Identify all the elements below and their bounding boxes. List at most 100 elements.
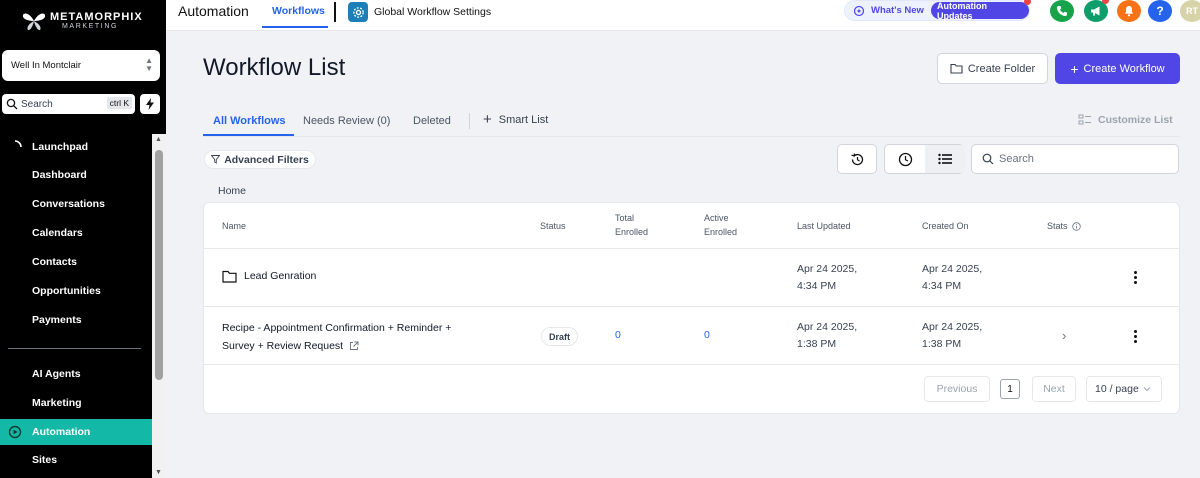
phone-button[interactable] xyxy=(1050,0,1074,22)
column-stats-label: Stats xyxy=(1047,221,1068,231)
brand-logo[interactable]: METAMORPHIX MARKETING xyxy=(22,10,143,32)
last-updated: Apr 24 2025, 4:34 PM xyxy=(797,261,857,295)
sidebar-item-label: Sites xyxy=(32,454,58,466)
automation-updates-pill[interactable]: Automation Updates xyxy=(931,1,1029,21)
tab-all-workflows[interactable]: All Workflows xyxy=(213,115,286,127)
sidebar-item-label: Dashboard xyxy=(32,169,87,181)
create-folder-label: Create Folder xyxy=(967,62,1036,75)
sidebar-item-label: Automation xyxy=(32,426,91,438)
sidebar-item-label: Launchpad xyxy=(32,141,89,153)
workflow-name-line2: Survey + Review Request xyxy=(222,340,344,352)
last-updated-time: 4:34 PM xyxy=(797,280,837,292)
breadcrumb-home[interactable]: Home xyxy=(218,185,246,197)
scroll-down-icon[interactable]: ▼ xyxy=(155,469,162,476)
sidebar-item-calendars[interactable]: Calendars xyxy=(0,220,152,246)
scroll-thumb[interactable] xyxy=(155,150,163,380)
workflow-name[interactable]: Recipe - Appointment Confirmation + Remi… xyxy=(222,319,451,355)
table-row[interactable]: Lead Genration Apr 24 2025, 4:34 PM Apr … xyxy=(204,249,1179,307)
page-size-value: 10 / page xyxy=(1095,383,1139,395)
list-view-button[interactable] xyxy=(925,145,965,173)
column-total-enrolled-line1: Total xyxy=(615,213,635,223)
sidebar-scrollbar[interactable]: ▲ ▼ xyxy=(152,134,166,478)
create-workflow-label: Create Workflow xyxy=(1083,62,1165,75)
row-actions-kebab-icon[interactable] xyxy=(1130,267,1140,287)
external-link-icon[interactable] xyxy=(349,341,359,351)
info-icon[interactable] xyxy=(1071,221,1081,231)
location-switcher[interactable]: Well In Montclair ▲ ▼ xyxy=(2,50,160,81)
tab-needs-review[interactable]: Needs Review (0) xyxy=(303,115,390,127)
sidebar-search[interactable]: Search ctrl K xyxy=(2,94,135,114)
avatar-initials: RT xyxy=(1186,6,1198,16)
column-created-on[interactable]: Created On xyxy=(922,219,969,233)
create-folder-button[interactable]: Create Folder xyxy=(937,53,1048,84)
sidebar-nav: Launchpad Dashboard Conversations Calend… xyxy=(0,134,152,478)
folder-icon xyxy=(950,63,963,74)
section-title: Automation xyxy=(178,3,249,19)
sidebar-item-launchpad[interactable]: Launchpad xyxy=(0,134,152,160)
previous-page-button[interactable]: Previous xyxy=(924,376,990,402)
column-total-enrolled[interactable]: Total Enrolled xyxy=(615,211,648,239)
tab-workflows[interactable]: Workflows xyxy=(272,5,325,17)
sidebar-item-ai-agents[interactable]: AI Agents xyxy=(0,361,152,387)
sidebar-item-label: AI Agents xyxy=(32,368,81,380)
column-stats[interactable]: Stats xyxy=(1047,219,1081,233)
whats-new-label: What's New xyxy=(871,5,924,16)
folder-name[interactable]: Lead Genration xyxy=(244,268,316,285)
notification-dot xyxy=(1102,0,1109,4)
customize-list-button[interactable]: Customize List xyxy=(1078,114,1173,126)
bell-icon xyxy=(1124,6,1134,17)
last-updated-time: 1:38 PM xyxy=(797,338,837,350)
workflow-search[interactable] xyxy=(971,144,1179,174)
smart-list-button[interactable]: + Smart List xyxy=(483,111,548,128)
settings-gear-icon[interactable] xyxy=(348,2,368,22)
tab-deleted[interactable]: Deleted xyxy=(413,115,451,127)
global-workflow-settings-link[interactable]: Global Workflow Settings xyxy=(374,6,491,18)
quick-action-button[interactable] xyxy=(140,94,160,114)
row-actions-kebab-icon[interactable] xyxy=(1130,326,1140,346)
page-size-select[interactable]: 10 / page xyxy=(1086,376,1162,402)
whats-new-banner[interactable]: What's New Automation Updates xyxy=(844,0,1031,21)
total-enrolled-value[interactable]: 0 xyxy=(615,327,621,344)
sidebar-item-opportunities[interactable]: Opportunities xyxy=(0,278,152,304)
sidebar-item-marketing[interactable]: Marketing xyxy=(0,390,152,416)
user-avatar[interactable]: RT xyxy=(1180,0,1200,22)
column-name[interactable]: Name xyxy=(222,219,246,233)
sidebar-item-automation[interactable]: Automation xyxy=(0,419,152,445)
scroll-up-icon[interactable]: ▲ xyxy=(155,136,162,143)
status-badge: Draft xyxy=(541,327,579,346)
clock-view-button[interactable] xyxy=(885,145,925,173)
plus-icon: + xyxy=(483,111,492,128)
filter-icon xyxy=(211,155,221,164)
sidebar-item-payments[interactable]: Payments xyxy=(0,307,152,333)
history-button[interactable] xyxy=(837,144,877,174)
butterfly-logo-icon xyxy=(22,13,46,31)
sidebar-item-conversations[interactable]: Conversations xyxy=(0,191,152,217)
next-page-button[interactable]: Next xyxy=(1032,376,1076,402)
history-icon xyxy=(850,152,863,165)
stats-chevron-right-icon[interactable]: › xyxy=(1062,328,1066,343)
launchpad-icon xyxy=(14,140,22,148)
created-on-date: Apr 24 2025, xyxy=(922,321,983,333)
sidebar-item-dashboard[interactable]: Dashboard xyxy=(0,162,152,188)
chevron-updown-icon: ▲ ▼ xyxy=(145,56,153,73)
column-active-enrolled[interactable]: Active Enrolled xyxy=(704,211,737,239)
table-header: Name Status Total Enrolled Active Enroll… xyxy=(204,203,1179,249)
notifications-button[interactable] xyxy=(1117,0,1141,22)
workflow-name-line1: Recipe - Appointment Confirmation + Remi… xyxy=(222,322,452,334)
search-input[interactable] xyxy=(999,153,1169,165)
table-row[interactable]: Recipe - Appointment Confirmation + Remi… xyxy=(204,307,1179,365)
help-icon: ? xyxy=(1156,4,1164,18)
last-updated-date: Apr 24 2025, xyxy=(797,321,858,333)
sidebar-item-label: Marketing xyxy=(32,397,82,409)
help-button[interactable]: ? xyxy=(1148,0,1172,22)
announcements-button[interactable] xyxy=(1084,0,1109,22)
column-status[interactable]: Status xyxy=(540,219,566,233)
sidebar-item-contacts[interactable]: Contacts xyxy=(0,249,152,275)
active-enrolled-value[interactable]: 0 xyxy=(704,327,710,344)
page-number[interactable]: 1 xyxy=(1000,379,1020,399)
customize-list-label: Customize List xyxy=(1098,114,1173,126)
create-workflow-button[interactable]: + Create Workflow xyxy=(1055,53,1180,84)
advanced-filters-button[interactable]: Advanced Filters xyxy=(204,150,316,169)
column-last-updated[interactable]: Last Updated xyxy=(797,219,851,233)
sidebar-item-sites[interactable]: Sites xyxy=(0,447,152,473)
